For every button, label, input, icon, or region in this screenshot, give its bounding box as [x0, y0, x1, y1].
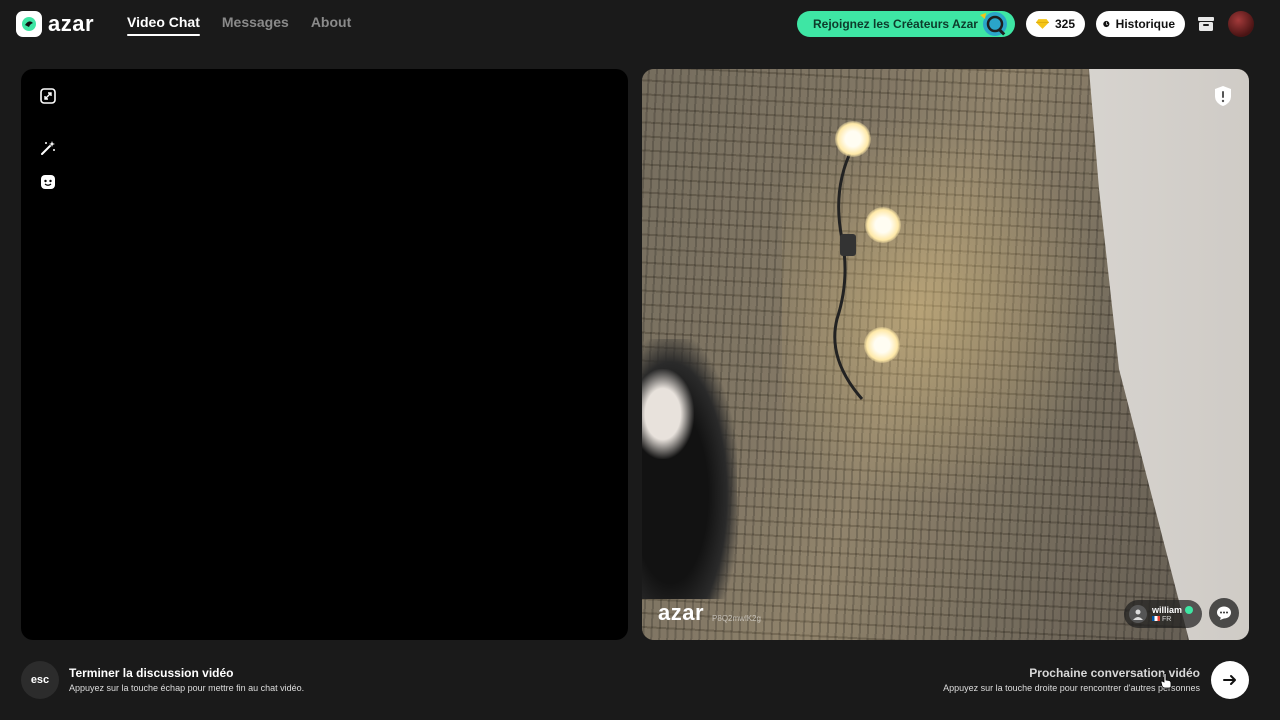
join-creators-button[interactable]: Rejoignez les Créateurs Azar — [797, 11, 1015, 37]
watermark-code: P8Q2mwlK2g — [712, 614, 761, 623]
next-chat-button[interactable] — [1211, 661, 1249, 699]
nav-video-chat[interactable]: Video Chat — [127, 14, 200, 36]
end-chat-button[interactable]: esc — [21, 661, 59, 699]
lamp-bulb — [835, 121, 871, 157]
arrow-right-icon — [1223, 675, 1236, 685]
gem-icon — [1036, 19, 1049, 29]
user-avatar-icon — [1129, 605, 1147, 623]
lamp-bulb — [865, 207, 901, 243]
azar-watermark: azar P8Q2mwlK2g — [658, 600, 761, 626]
lamp-bulb — [864, 327, 900, 363]
join-creators-label: Rejoignez les Créateurs Azar — [813, 17, 978, 31]
nav-messages[interactable]: Messages — [222, 14, 289, 36]
azar-logo-icon — [16, 11, 42, 37]
local-video-pane — [21, 69, 628, 640]
expand-icon[interactable] — [39, 87, 57, 105]
watermark-logo: azar — [658, 600, 705, 625]
logo-text: azar — [48, 11, 95, 36]
profile-avatar[interactable] — [1228, 11, 1254, 37]
remote-user-name: william — [1152, 604, 1183, 615]
remote-person-shoulder — [642, 369, 694, 459]
next-chat-title: Prochaine conversation vidéo — [1029, 666, 1200, 680]
azar-logo[interactable]: azar — [16, 11, 94, 37]
remote-video-pane: azar P8Q2mwlK2g william FR — [642, 69, 1249, 640]
verified-icon — [1185, 605, 1194, 614]
inbox-icon[interactable] — [1195, 13, 1217, 35]
remote-user-chip[interactable]: william FR — [1124, 600, 1202, 628]
clock-icon — [1103, 20, 1110, 28]
report-shield-icon[interactable] — [1213, 85, 1233, 107]
magic-wand-icon[interactable] — [39, 139, 57, 157]
lamp-wire — [833, 148, 864, 400]
remote-user-country: FR — [1161, 615, 1172, 623]
chat-button[interactable] — [1209, 598, 1239, 628]
chat-bubble-icon — [1217, 606, 1231, 620]
gems-count: 325 — [1054, 17, 1075, 31]
history-label: Historique — [1115, 17, 1175, 31]
france-flag-icon — [1152, 616, 1160, 622]
face-filter-icon[interactable] — [39, 173, 57, 191]
hand-cursor-icon — [1160, 673, 1172, 689]
main-nav: Video Chat Messages About — [127, 14, 351, 36]
end-chat-title: Terminer la discussion vidéo — [69, 666, 234, 680]
end-chat-hint: Appuyez sur la touche échap pour mettre … — [69, 683, 305, 693]
gems-balance-button[interactable]: 325 — [1026, 11, 1085, 37]
top-nav-bar: azar Video Chat Messages About Rejoignez… — [0, 0, 1280, 48]
nav-about[interactable]: About — [311, 14, 351, 36]
creators-badge-icon — [980, 12, 1007, 36]
history-button[interactable]: Historique — [1096, 11, 1185, 37]
